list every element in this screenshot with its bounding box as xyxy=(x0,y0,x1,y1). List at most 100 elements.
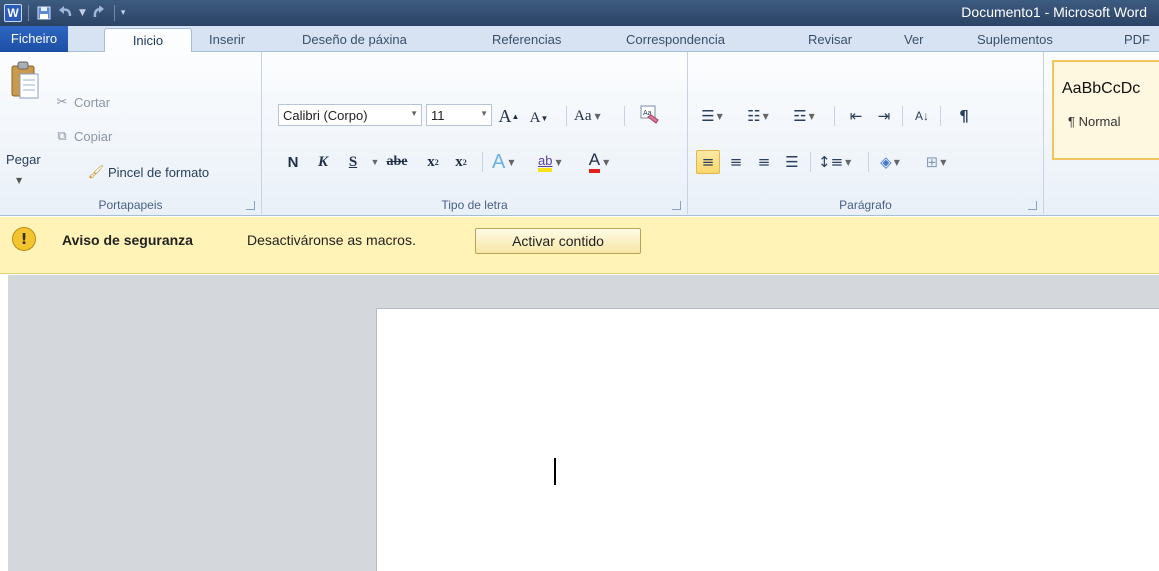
paragraph-launcher-icon[interactable] xyxy=(1028,201,1037,210)
highlight-button[interactable]: ab ▼ xyxy=(538,150,562,174)
tab-page-layout[interactable]: Deseño de páxina xyxy=(302,28,407,52)
font-color-icon: A xyxy=(588,151,601,173)
ribbon-tabs: Ficheiro Inicio Inserir Deseño de páxina… xyxy=(0,26,1159,53)
separator xyxy=(482,152,483,172)
tab-pdf[interactable]: PDF xyxy=(1124,28,1150,52)
tab-references[interactable]: Referencias xyxy=(492,28,561,52)
separator xyxy=(566,106,567,126)
increase-indent-button[interactable]: ⇥ xyxy=(872,104,896,128)
grow-font-button[interactable]: A ▲ xyxy=(498,104,520,128)
style-sample-text: AaBbCcDc xyxy=(1062,80,1141,97)
underline-dropdown-icon[interactable]: ▼ xyxy=(364,150,386,174)
separator xyxy=(902,106,903,126)
chevron-down-icon: ▼ xyxy=(410,109,418,118)
ribbon: Pegar ▼ ✂ Cortar ⧉ Copiar 🖌 Pincel de fo… xyxy=(0,52,1159,216)
numbered-list-icon: ☷ xyxy=(747,107,761,125)
bold-button[interactable]: N xyxy=(282,150,304,174)
font-size-combo[interactable]: 11 ▼ xyxy=(426,104,492,126)
warning-icon: ! xyxy=(12,227,36,251)
clear-formatting-button[interactable]: Aa xyxy=(638,102,660,126)
line-spacing-button[interactable]: ↕≡ ▼ xyxy=(818,150,851,174)
sort-button[interactable]: A↓ xyxy=(910,104,934,128)
cut-button[interactable]: ✂ Cortar xyxy=(54,92,111,112)
style-normal[interactable]: AaBbCcDc ¶ Normal xyxy=(1052,60,1159,160)
undo-icon[interactable] xyxy=(57,4,75,22)
text-effects-button[interactable]: A ▼ xyxy=(492,150,515,174)
italic-button[interactable]: K xyxy=(312,150,334,174)
enable-content-button[interactable]: Activar contido xyxy=(475,228,641,254)
shading-button[interactable]: ◈ ▼ xyxy=(878,150,902,174)
tab-mailings[interactable]: Correspondencia xyxy=(626,28,725,52)
window-title: Documento1 - Microsoft Word xyxy=(961,4,1147,20)
justify-icon: ☰ xyxy=(785,153,799,171)
security-warning-text: Desactiváronse as macros. xyxy=(247,232,416,248)
superscript-button[interactable]: x2 xyxy=(450,150,472,174)
font-name-combo[interactable]: Calibri (Corpo) ▼ xyxy=(278,104,422,126)
copy-label: Copiar xyxy=(74,128,113,144)
decrease-indent-button[interactable]: ⇤ xyxy=(844,104,868,128)
cut-label: Cortar xyxy=(74,94,111,110)
pilcrow-icon: ¶ xyxy=(959,107,969,125)
paste-icon xyxy=(11,61,39,99)
borders-button[interactable]: ⊞ ▼ xyxy=(924,150,948,174)
format-painter-label: Pincel de formato xyxy=(108,164,210,180)
font-color-button[interactable]: A ▼ xyxy=(588,150,610,174)
copy-icon: ⧉ xyxy=(57,128,67,144)
superscript-icon: x xyxy=(455,153,463,170)
style-name-label: ¶ Normal xyxy=(1068,114,1121,129)
font-launcher-icon[interactable] xyxy=(672,201,681,210)
shrink-font-icon: A xyxy=(529,109,541,126)
title-bar: W ▼ ▾ Documento1 - Microsoft Word xyxy=(0,0,1159,26)
font-group-label: Tipo de letra xyxy=(441,198,508,212)
tab-view[interactable]: Ver xyxy=(904,28,924,52)
chevron-down-icon: ▼ xyxy=(508,157,515,167)
qat-separator xyxy=(28,5,29,21)
tab-file[interactable]: Ficheiro xyxy=(0,26,68,52)
separator xyxy=(940,106,941,126)
save-icon[interactable] xyxy=(35,4,53,22)
change-case-button[interactable]: Aa ▼ xyxy=(574,104,601,128)
show-marks-button[interactable]: ¶ xyxy=(952,104,976,128)
align-center-button[interactable]: ≡ xyxy=(724,150,748,174)
shrink-font-button[interactable]: A ▼ xyxy=(528,106,550,130)
chevron-down-icon: ▼ xyxy=(716,111,723,121)
paste-dropdown-icon[interactable]: ▼ xyxy=(16,176,22,185)
paragraph-group-label: Parágrafo xyxy=(839,198,892,212)
separator xyxy=(624,106,625,126)
borders-icon: ⊞ xyxy=(925,153,939,171)
customize-qat-icon[interactable]: ▾ xyxy=(121,8,126,18)
document-page[interactable] xyxy=(376,308,1159,571)
multilevel-list-button[interactable]: ☲ ▼ xyxy=(792,104,816,128)
workspace-edge xyxy=(0,275,8,571)
tab-addins[interactable]: Suplementos xyxy=(977,28,1053,52)
numbering-button[interactable]: ☷ ▼ xyxy=(746,104,770,128)
format-painter-button[interactable]: 🖌 Pincel de formato xyxy=(88,162,209,182)
align-left-button[interactable]: ≡ xyxy=(696,150,720,174)
justify-button[interactable]: ☰ xyxy=(780,150,804,174)
bullet-list-icon: ☰ xyxy=(701,107,715,125)
redo-icon[interactable] xyxy=(90,4,108,22)
copy-button[interactable]: ⧉ Copiar xyxy=(54,126,112,146)
undo-dropdown-icon[interactable]: ▼ xyxy=(79,8,86,18)
align-right-icon: ≡ xyxy=(757,153,771,171)
bullets-button[interactable]: ☰ ▼ xyxy=(700,104,724,128)
clipboard-group-label: Portapapeis xyxy=(98,198,163,212)
align-right-button[interactable]: ≡ xyxy=(752,150,776,174)
increase-indent-icon: ⇥ xyxy=(877,107,891,125)
word-app-icon[interactable]: W xyxy=(4,4,22,22)
strikethrough-button[interactable]: abe xyxy=(386,150,408,174)
tab-review[interactable]: Revisar xyxy=(808,28,852,52)
clear-formatting-icon: Aa xyxy=(640,105,659,124)
paragraph-group: ☰ ▼ ☷ ▼ ☲ ▼ ⇤ ⇥ A↓ ¶ ≡ ≡ ≡ ☰ ↕≡ ▼ ◈ ▼ ⊞ … xyxy=(688,52,1044,214)
security-message-bar: ! Aviso de seguranza Desactiváronse as m… xyxy=(0,217,1159,274)
clipboard-group: Pegar ▼ ✂ Cortar ⧉ Copiar 🖌 Pincel de fo… xyxy=(0,52,262,214)
chevron-down-icon: ▼ xyxy=(940,157,947,167)
underline-button[interactable]: S xyxy=(342,150,364,174)
brush-icon: 🖌 xyxy=(87,164,105,180)
tab-inserir[interactable]: Inserir xyxy=(209,28,245,52)
subscript-button[interactable]: x2 xyxy=(422,150,444,174)
clipboard-launcher-icon[interactable] xyxy=(246,201,255,210)
tab-inicio[interactable]: Inicio xyxy=(104,28,192,53)
font-size-value: 11 xyxy=(431,107,445,123)
chevron-down-icon: ▼ xyxy=(808,111,815,121)
